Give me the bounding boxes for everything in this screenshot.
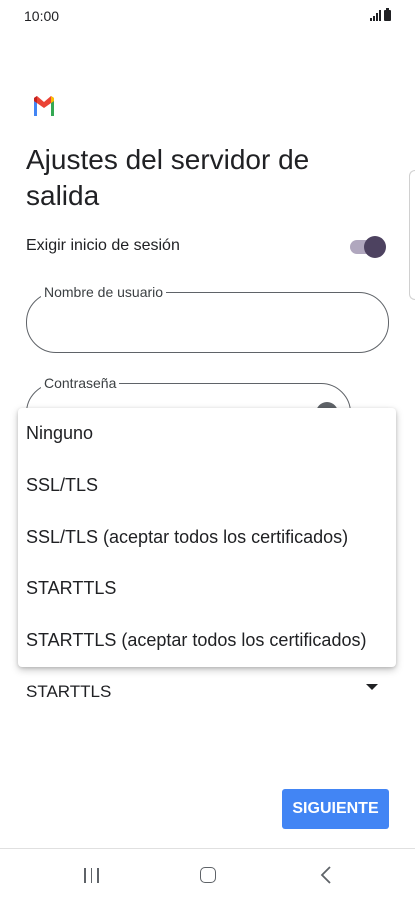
require-login-label: Exigir inicio de sesión xyxy=(26,237,180,254)
status-time: 10:00 xyxy=(24,8,60,24)
signal-icon xyxy=(370,10,381,21)
gmail-logo xyxy=(34,96,54,116)
security-dropdown-menu: Ninguno SSL/TLS SSL/TLS (aceptar todos l… xyxy=(18,408,396,667)
status-bar: 10:00 xyxy=(0,0,415,34)
menu-item-starttls[interactable]: STARTTLS xyxy=(18,563,396,615)
username-label: Nombre de usuario xyxy=(41,284,167,300)
toggle-thumb xyxy=(364,236,386,258)
menu-item-starttls-accept-all[interactable]: STARTTLS (aceptar todos los certificados… xyxy=(18,615,396,667)
menu-item-none[interactable]: Ninguno xyxy=(18,408,396,460)
security-select-value[interactable]: STARTTLS xyxy=(26,682,111,702)
scroll-indicator[interactable] xyxy=(409,170,415,300)
battery-icon xyxy=(384,8,391,21)
nav-bar xyxy=(0,848,415,900)
password-label: Contraseña xyxy=(41,375,120,391)
page-title: Ajustes del servidor de salida xyxy=(26,144,310,211)
require-login-toggle[interactable] xyxy=(350,236,386,258)
screen: 10:00 Ajustes del servidor de salida Exi… xyxy=(0,0,415,900)
username-field[interactable]: Nombre de usuario xyxy=(26,284,389,353)
menu-item-ssl-tls-accept-all[interactable]: SSL/TLS (aceptar todos los certificados) xyxy=(18,512,396,564)
menu-item-ssl-tls[interactable]: SSL/TLS xyxy=(18,460,396,512)
home-icon[interactable] xyxy=(200,867,216,883)
next-button[interactable]: SIGUIENTE xyxy=(282,789,389,829)
recents-icon[interactable] xyxy=(84,868,99,883)
back-icon[interactable] xyxy=(320,865,332,885)
status-icons xyxy=(370,8,391,21)
dropdown-arrow-icon[interactable] xyxy=(366,684,378,690)
